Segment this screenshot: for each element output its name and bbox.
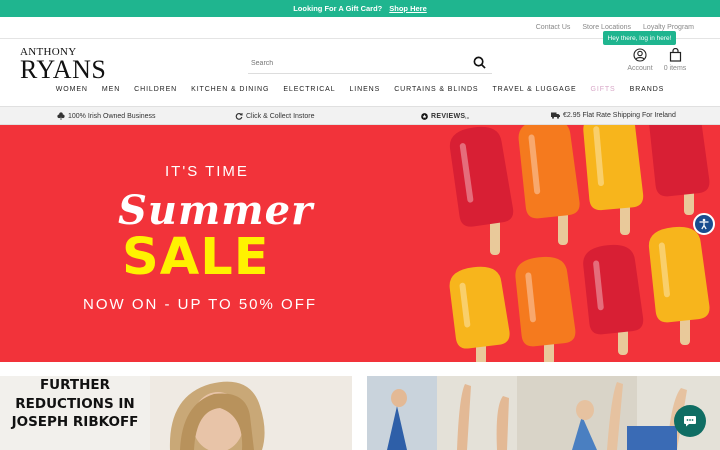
- promo-tile-children[interactable]: [367, 376, 720, 450]
- usp-bar: 100% Irish Owned Business Click & Collec…: [0, 106, 720, 125]
- nav-item-children[interactable]: CHILDREN: [127, 86, 184, 100]
- chat-widget-button[interactable]: [674, 405, 706, 437]
- nav-item-kitchen-dining[interactable]: KITCHEN & DINING: [184, 86, 276, 100]
- logo-line2: RYANS: [20, 55, 107, 84]
- nav-item-electrical[interactable]: ELECTRICAL: [276, 86, 342, 100]
- user-icon: [633, 48, 647, 62]
- usp-collect-text: Click & Collect Instore: [246, 112, 315, 120]
- nav-item-curtains-blinds[interactable]: CURTAINS & BLINDS: [387, 86, 485, 100]
- loyalty-program-link[interactable]: Loyalty Program: [643, 24, 694, 31]
- utility-nav: Contact Us Store Locations Loyalty Progr…: [536, 24, 694, 31]
- usp-shipping-text: €2.95 Flat Rate Shipping For Ireland: [563, 112, 676, 119]
- account-label: Account: [627, 65, 653, 72]
- cart-label: 0 items: [663, 65, 687, 72]
- search-icon[interactable]: [473, 56, 486, 69]
- usp-irish: 100% Irish Owned Business: [57, 112, 156, 120]
- hero-line4: NOW ON - UP TO 50% OFF: [83, 296, 318, 313]
- store-locations-link[interactable]: Store Locations: [582, 24, 631, 31]
- contact-us-link[interactable]: Contact Us: [536, 24, 571, 31]
- chat-icon: [684, 416, 696, 427]
- ice-lolly-illustration: [449, 125, 710, 362]
- login-tooltip[interactable]: Hey there, log in here!: [603, 31, 676, 45]
- accessibility-button[interactable]: [693, 213, 715, 235]
- account-button[interactable]: Account: [624, 48, 656, 72]
- reviews-suffix: io: [465, 115, 470, 120]
- tile-ribkoff-text: FURTHER REDUCTIONS IN JOSEPH RIBKOFF: [0, 376, 150, 450]
- promo-tile-ribkoff[interactable]: FURTHER REDUCTIONS IN JOSEPH RIBKOFF: [0, 376, 352, 450]
- reviews-badge[interactable]: REVIEWS io: [421, 112, 469, 120]
- main-nav: WOMEN MEN CHILDREN KITCHEN & DINING ELEC…: [0, 86, 720, 100]
- hero-line2: Summer: [118, 187, 314, 234]
- model-photo: [150, 376, 352, 450]
- promo-bar: Looking For A Gift Card? Shop Here: [0, 0, 720, 17]
- hero-line3: SALE: [122, 228, 270, 287]
- usp-irish-text: 100% Irish Owned Business: [68, 112, 156, 120]
- promo-text: Looking For A Gift Card?: [293, 4, 383, 13]
- usp-shipping: €2.95 Flat Rate Shipping For Ireland: [551, 112, 676, 119]
- promo-shop-link[interactable]: Shop Here: [389, 4, 427, 13]
- shamrock-icon: [57, 112, 65, 120]
- nav-item-linens[interactable]: LINENS: [343, 86, 388, 100]
- children-photo: [367, 376, 720, 450]
- bag-icon: [669, 48, 681, 62]
- hero-banner[interactable]: IT'S TIME Summer SALE NOW ON - UP TO 50%…: [0, 125, 720, 362]
- truck-icon: [551, 112, 560, 119]
- star-circle-icon: [421, 112, 428, 120]
- nav-item-gifts[interactable]: GIFTS: [584, 86, 623, 100]
- nav-item-women[interactable]: WOMEN: [49, 86, 95, 100]
- search-bar: [248, 52, 492, 74]
- cart-button[interactable]: 0 items: [660, 48, 690, 72]
- nav-item-brands[interactable]: BRANDS: [623, 86, 672, 100]
- reviews-text: REVIEWS: [431, 112, 466, 120]
- usp-collect: Click & Collect Instore: [235, 112, 314, 120]
- accessibility-icon: [699, 218, 709, 230]
- nav-item-men[interactable]: MEN: [95, 86, 127, 100]
- search-input[interactable]: [248, 53, 463, 74]
- site-logo[interactable]: ANTHONY RYANS: [20, 47, 106, 83]
- refresh-icon: [235, 113, 243, 120]
- hero-line1: IT'S TIME: [165, 163, 249, 180]
- nav-item-travel-luggage[interactable]: TRAVEL & LUGGAGE: [485, 86, 583, 100]
